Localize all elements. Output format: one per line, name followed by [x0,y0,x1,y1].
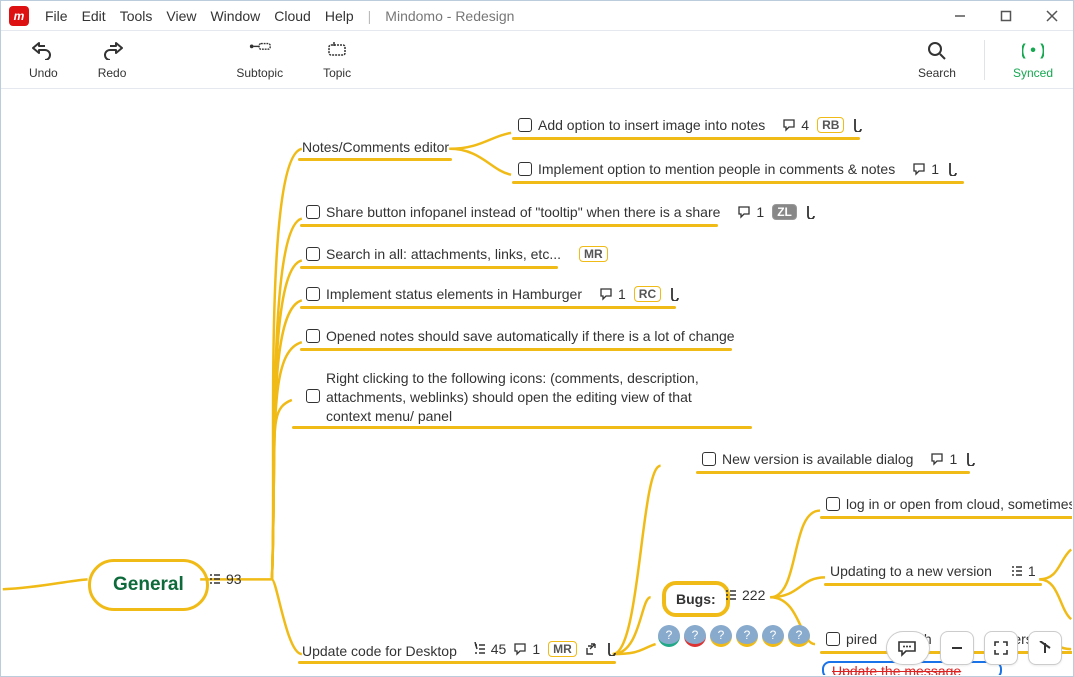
list-icon [724,588,738,602]
node-updating-version[interactable]: Updating to a new version 1 [830,563,1036,579]
node-new-version-dialog[interactable]: New version is available dialog 1 [702,451,977,467]
child-count: 1 [1010,563,1036,579]
document-title: Mindomo - Redesign [385,8,514,24]
menu-tools[interactable]: Tools [120,8,153,24]
mindmap-canvas[interactable]: General 93 Notes/Comments editor Add opt… [2,91,1072,675]
avatar[interactable]: ? [762,625,784,647]
sync-icon: ( • ) [1021,40,1045,62]
close-button[interactable] [1039,3,1065,29]
checkbox-icon[interactable] [518,162,532,176]
menu-window[interactable]: Window [210,8,260,24]
redo-icon [100,40,124,62]
avatar[interactable]: ? [658,625,680,647]
external-link-icon[interactable] [585,643,598,656]
flow-icon [852,118,864,132]
menu-cloud[interactable]: Cloud [274,8,311,24]
checkbox-icon[interactable] [306,389,320,403]
node-status-hamburger[interactable]: Implement status elements in Hamburger 1… [306,286,681,302]
undo-button[interactable]: Undo [29,40,58,80]
sync-status[interactable]: ( • ) Synced [1013,40,1053,80]
topic-button[interactable]: Topic [323,40,351,80]
svg-text:( • ): ( • ) [1022,42,1044,59]
flow-icon [669,287,681,301]
assignee-tag[interactable]: RB [817,117,844,133]
search-button[interactable]: Search [918,40,956,80]
assignee-tag[interactable]: RC [634,286,661,302]
zoom-out-button[interactable] [940,631,974,665]
avatar[interactable]: ? [710,625,732,647]
child-count: 45 [473,641,507,657]
topic-icon [325,40,349,62]
subtopic-icon [248,40,272,62]
comments-panel-button[interactable] [886,631,930,665]
app-logo: m [9,6,29,26]
node-login-cloud[interactable]: log in or open from cloud, sometimes [826,496,1072,512]
assignee-tag[interactable]: MR [579,246,608,262]
node-right-click-icons[interactable]: Right clicking to the following icons: (… [306,369,726,426]
node-insert-image[interactable]: Add option to insert image into notes 4 … [518,117,864,133]
minimize-button[interactable] [947,3,973,29]
list-icon [208,572,222,586]
checkbox-icon[interactable] [826,632,840,646]
node-search-all[interactable]: Search in all: attachments, links, etc..… [306,246,608,262]
bugs-count: 222 [724,587,765,603]
comments-count[interactable]: 1 [931,451,957,467]
flow-icon [965,452,977,466]
avatar[interactable]: ? [736,625,758,647]
menu-view[interactable]: View [166,8,196,24]
flow-icon [606,642,618,656]
node-share-infopanel[interactable]: Share button infopanel instead of "toolt… [306,204,817,220]
checkbox-icon[interactable] [306,329,320,343]
menu-edit[interactable]: Edit [82,8,106,24]
avatar[interactable]: ? [788,625,810,647]
root-count: 93 [208,571,242,587]
checkbox-icon[interactable] [702,452,716,466]
maximize-button[interactable] [993,3,1019,29]
node-mention-people[interactable]: Implement option to mention people in co… [518,161,959,177]
undo-icon [31,40,55,62]
title-separator: | [368,8,372,24]
fit-screen-button[interactable] [984,631,1018,665]
comments-count[interactable]: 1 [514,641,540,657]
comments-count[interactable]: 1 [600,286,626,302]
menu-file[interactable]: File [45,8,68,24]
node-autosave[interactable]: Opened notes should save automatically i… [306,328,735,344]
assignee-tag[interactable]: ZL [772,204,797,220]
checkbox-icon[interactable] [306,287,320,301]
root-node-general[interactable]: General [88,559,209,611]
flow-icon [947,162,959,176]
comments-count[interactable]: 4 [783,117,809,133]
subtopic-button[interactable]: Subtopic [236,40,283,80]
checkbox-icon[interactable] [306,247,320,261]
branch-notes-editor[interactable]: Notes/Comments editor [302,139,449,155]
redo-button[interactable]: Redo [98,40,127,80]
branch-update-desktop[interactable]: Update code for Desktop 45 1 MR [302,641,618,659]
zoom-in-button[interactable] [1028,631,1062,665]
avatar[interactable]: ? [684,625,706,647]
bugs-node[interactable]: Bugs: [662,581,730,617]
comments-count[interactable]: 1 [738,204,764,220]
avatar-row: ? ? ? ? ? ? [658,625,810,647]
checkbox-icon[interactable] [826,497,840,511]
assignee-tag[interactable]: MR [548,641,577,657]
menu-help[interactable]: Help [325,8,354,24]
comments-count[interactable]: 1 [913,161,939,177]
checkbox-icon[interactable] [518,118,532,132]
toolbar-separator [984,40,985,80]
checkbox-icon[interactable] [306,205,320,219]
flow-icon [805,205,817,219]
search-icon [925,40,949,62]
